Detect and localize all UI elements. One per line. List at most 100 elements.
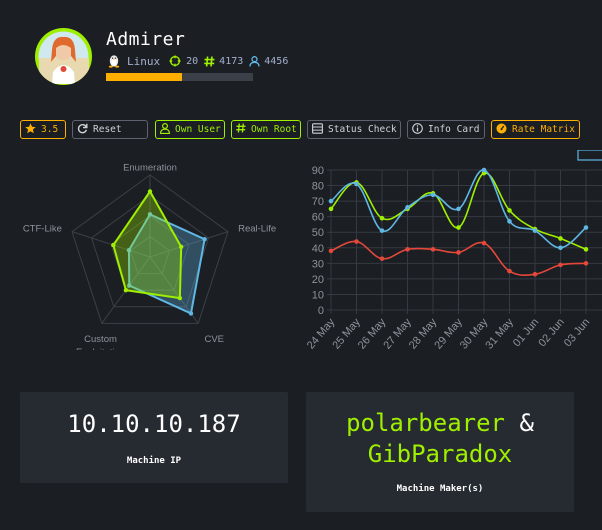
data-point[interactable] [558, 245, 563, 251]
own-root-button[interactable]: Own Root [231, 120, 301, 139]
y-tick-label: 60 [312, 212, 324, 224]
rating-button[interactable]: 3.5 [20, 120, 66, 139]
radar-axis-label: Exploitation [76, 347, 125, 350]
legend-swatch[interactable] [577, 150, 602, 161]
data-point[interactable] [379, 256, 385, 261]
y-tick-label: 50 [312, 227, 324, 239]
maker-link-polarbearer[interactable]: polarbearer [346, 409, 505, 437]
data-point[interactable] [558, 236, 563, 241]
maker-separator: & [519, 409, 534, 437]
data-point[interactable] [354, 181, 359, 187]
radar-point[interactable] [202, 237, 207, 242]
x-axis-ticks: 24 May25 May26 May27 May28 May29 May30 M… [305, 316, 592, 352]
server-icon [312, 122, 323, 137]
hash-icon [236, 123, 246, 136]
radar-axis-label: Enumeration [123, 162, 177, 173]
machine-name: Admirer [106, 29, 186, 50]
data-point[interactable] [405, 247, 410, 252]
data-point[interactable] [379, 215, 385, 221]
status-check-label: Status Check [328, 124, 397, 135]
machine-maker-card: polarbearer & GibParadox Machine Maker(s… [306, 392, 574, 512]
rate-matrix-label: Rate Matrix [512, 124, 575, 135]
reset-button[interactable]: Reset [72, 120, 148, 139]
y-axis-ticks: 0 10 20 30 40 50 60 70 80 90 [312, 165, 324, 317]
y-tick-label: 80 [312, 181, 324, 193]
x-tick-label: 03 Jun [562, 316, 592, 349]
data-point[interactable] [328, 206, 334, 212]
y-tick-label: 70 [312, 196, 324, 208]
data-point[interactable] [456, 206, 461, 212]
radar-axis-label: CVE [204, 334, 224, 345]
gauge-icon [496, 123, 507, 137]
radar-series-area [112, 189, 183, 300]
machine-avatar [35, 28, 92, 85]
radar-point[interactable] [123, 287, 129, 293]
maker-names: polarbearer & GibParadox [306, 408, 574, 470]
y-tick-label: 90 [312, 165, 324, 177]
data-point[interactable] [430, 192, 436, 198]
data-point[interactable] [507, 268, 512, 274]
data-point[interactable] [507, 208, 512, 213]
data-point[interactable] [532, 228, 538, 233]
data-point[interactable] [532, 271, 538, 277]
own-user-button[interactable]: Own User [155, 120, 225, 139]
y-tick-label: 40 [312, 243, 324, 255]
data-point[interactable] [583, 247, 589, 252]
data-point[interactable] [507, 219, 512, 224]
completion-progress-bar [106, 73, 253, 81]
radar-point[interactable] [178, 244, 184, 250]
data-point[interactable] [583, 261, 589, 266]
x-tick-label: 02 Jun [536, 316, 566, 349]
user-icon [159, 122, 171, 137]
star-icon [25, 122, 36, 137]
points-value: 20 [186, 55, 199, 67]
refresh-icon [77, 123, 88, 137]
user-owns-icon [204, 55, 215, 67]
y-tick-label: 0 [318, 305, 324, 317]
rate-matrix-button[interactable]: Rate Matrix [491, 120, 580, 139]
trend-line-chart: 0 10 20 30 40 50 60 70 80 90 24 May25 May26 May27… [305, 150, 602, 352]
y-tick-label: 30 [312, 258, 324, 270]
y-tick-label: 20 [312, 274, 324, 286]
info-icon [412, 122, 423, 137]
root-owns-value: 4456 [264, 55, 289, 67]
data-point[interactable] [481, 167, 487, 173]
info-card-label: Info Card [428, 124, 480, 135]
data-point[interactable] [456, 250, 461, 255]
machine-ip-value[interactable]: 10.10.10.187 [20, 410, 288, 438]
info-card-button[interactable]: Info Card [407, 120, 485, 139]
status-check-button[interactable]: Status Check [307, 120, 401, 139]
linux-icon [107, 54, 121, 68]
data-point[interactable] [328, 198, 334, 204]
data-point[interactable] [379, 228, 385, 233]
data-point[interactable] [583, 225, 589, 230]
maker-link-gibparadox[interactable]: GibParadox [368, 440, 513, 468]
machine-ip-label: Machine IP [126, 456, 182, 466]
data-point[interactable] [558, 262, 563, 268]
radar-axis-label: Real-Life [238, 223, 276, 234]
radar-point[interactable] [147, 189, 153, 194]
data-point[interactable] [481, 240, 487, 246]
machine-ip-card: 10.10.10.187 Machine IP [20, 392, 288, 483]
x-tick-label: 01 Jun [511, 316, 541, 349]
data-point[interactable] [328, 248, 334, 254]
rating-value: 3.5 [41, 124, 59, 135]
y-tick-label: 10 [312, 289, 324, 301]
data-point[interactable] [354, 239, 359, 244]
data-point[interactable] [405, 205, 410, 210]
own-root-label: Own Root [251, 124, 297, 135]
reset-label: Reset [93, 124, 122, 135]
machine-maker-label: Machine Maker(s) [396, 484, 484, 494]
x-tick-label: 31 May [483, 316, 516, 352]
data-point[interactable] [456, 225, 461, 230]
radar-point[interactable] [111, 242, 116, 248]
user-owns-value: 4173 [219, 55, 244, 67]
user-icon [249, 55, 260, 67]
radar-axis-label: Custom [84, 334, 117, 345]
points-icon [169, 55, 181, 67]
radar-series [111, 189, 207, 316]
chart-grid [327, 169, 602, 314]
radar-point[interactable] [188, 311, 194, 316]
radar-point[interactable] [177, 295, 183, 301]
data-point[interactable] [430, 247, 436, 252]
